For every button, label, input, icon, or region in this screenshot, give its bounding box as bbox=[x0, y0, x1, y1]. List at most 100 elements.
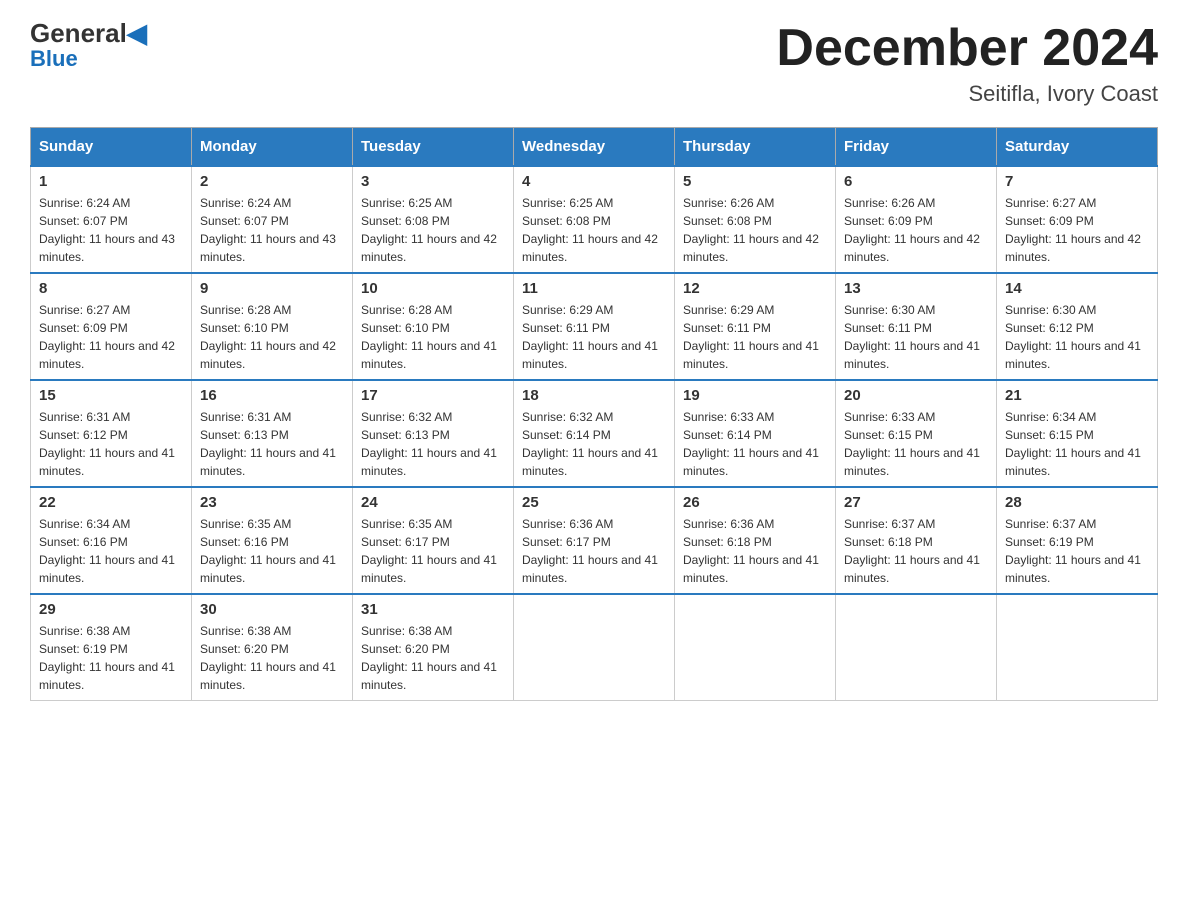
day-number: 13 bbox=[844, 280, 988, 297]
day-info: Sunrise: 6:35 AM Sunset: 6:16 PM Dayligh… bbox=[200, 515, 344, 587]
day-info: Sunrise: 6:28 AM Sunset: 6:10 PM Dayligh… bbox=[361, 301, 505, 373]
calendar-cell: 11 Sunrise: 6:29 AM Sunset: 6:11 PM Dayl… bbox=[514, 273, 675, 380]
calendar-header-saturday: Saturday bbox=[997, 128, 1158, 167]
day-info: Sunrise: 6:34 AM Sunset: 6:16 PM Dayligh… bbox=[39, 515, 183, 587]
calendar-cell: 21 Sunrise: 6:34 AM Sunset: 6:15 PM Dayl… bbox=[997, 380, 1158, 487]
calendar-cell: 30 Sunrise: 6:38 AM Sunset: 6:20 PM Dayl… bbox=[192, 594, 353, 701]
day-info: Sunrise: 6:25 AM Sunset: 6:08 PM Dayligh… bbox=[522, 194, 666, 266]
calendar-cell: 13 Sunrise: 6:30 AM Sunset: 6:11 PM Dayl… bbox=[836, 273, 997, 380]
calendar-week-row: 8 Sunrise: 6:27 AM Sunset: 6:09 PM Dayli… bbox=[31, 273, 1158, 380]
day-number: 12 bbox=[683, 280, 827, 297]
calendar-header-friday: Friday bbox=[836, 128, 997, 167]
day-info: Sunrise: 6:29 AM Sunset: 6:11 PM Dayligh… bbox=[683, 301, 827, 373]
calendar-cell: 12 Sunrise: 6:29 AM Sunset: 6:11 PM Dayl… bbox=[675, 273, 836, 380]
calendar-cell: 3 Sunrise: 6:25 AM Sunset: 6:08 PM Dayli… bbox=[353, 166, 514, 273]
day-info: Sunrise: 6:26 AM Sunset: 6:08 PM Dayligh… bbox=[683, 194, 827, 266]
day-info: Sunrise: 6:36 AM Sunset: 6:18 PM Dayligh… bbox=[683, 515, 827, 587]
calendar-title: December 2024 bbox=[776, 20, 1158, 77]
calendar-cell bbox=[675, 594, 836, 701]
day-number: 11 bbox=[522, 280, 666, 297]
calendar-cell: 31 Sunrise: 6:38 AM Sunset: 6:20 PM Dayl… bbox=[353, 594, 514, 701]
day-info: Sunrise: 6:24 AM Sunset: 6:07 PM Dayligh… bbox=[39, 194, 183, 266]
day-number: 15 bbox=[39, 387, 183, 404]
calendar-cell: 7 Sunrise: 6:27 AM Sunset: 6:09 PM Dayli… bbox=[997, 166, 1158, 273]
day-info: Sunrise: 6:28 AM Sunset: 6:10 PM Dayligh… bbox=[200, 301, 344, 373]
page-header: General◀ Blue December 2024 Seitifla, Iv… bbox=[30, 20, 1158, 107]
day-info: Sunrise: 6:38 AM Sunset: 6:20 PM Dayligh… bbox=[200, 622, 344, 694]
day-info: Sunrise: 6:32 AM Sunset: 6:14 PM Dayligh… bbox=[522, 408, 666, 480]
day-info: Sunrise: 6:24 AM Sunset: 6:07 PM Dayligh… bbox=[200, 194, 344, 266]
logo-bottom: Blue bbox=[30, 48, 78, 70]
calendar-cell: 22 Sunrise: 6:34 AM Sunset: 6:16 PM Dayl… bbox=[31, 487, 192, 594]
day-info: Sunrise: 6:37 AM Sunset: 6:18 PM Dayligh… bbox=[844, 515, 988, 587]
day-number: 29 bbox=[39, 601, 183, 618]
logo-top: General◀ bbox=[30, 20, 147, 46]
day-number: 18 bbox=[522, 387, 666, 404]
calendar-cell: 26 Sunrise: 6:36 AM Sunset: 6:18 PM Dayl… bbox=[675, 487, 836, 594]
calendar-week-row: 22 Sunrise: 6:34 AM Sunset: 6:16 PM Dayl… bbox=[31, 487, 1158, 594]
day-number: 27 bbox=[844, 494, 988, 511]
logo-triangle-icon: ◀ bbox=[127, 18, 147, 48]
day-number: 7 bbox=[1005, 173, 1149, 190]
day-info: Sunrise: 6:31 AM Sunset: 6:12 PM Dayligh… bbox=[39, 408, 183, 480]
calendar-cell: 20 Sunrise: 6:33 AM Sunset: 6:15 PM Dayl… bbox=[836, 380, 997, 487]
calendar-cell: 23 Sunrise: 6:35 AM Sunset: 6:16 PM Dayl… bbox=[192, 487, 353, 594]
calendar-cell: 8 Sunrise: 6:27 AM Sunset: 6:09 PM Dayli… bbox=[31, 273, 192, 380]
day-number: 16 bbox=[200, 387, 344, 404]
day-number: 24 bbox=[361, 494, 505, 511]
day-info: Sunrise: 6:29 AM Sunset: 6:11 PM Dayligh… bbox=[522, 301, 666, 373]
day-number: 10 bbox=[361, 280, 505, 297]
day-number: 30 bbox=[200, 601, 344, 618]
calendar-cell: 6 Sunrise: 6:26 AM Sunset: 6:09 PM Dayli… bbox=[836, 166, 997, 273]
calendar-cell bbox=[514, 594, 675, 701]
calendar-cell bbox=[997, 594, 1158, 701]
day-number: 6 bbox=[844, 173, 988, 190]
calendar-cell: 16 Sunrise: 6:31 AM Sunset: 6:13 PM Dayl… bbox=[192, 380, 353, 487]
day-info: Sunrise: 6:30 AM Sunset: 6:12 PM Dayligh… bbox=[1005, 301, 1149, 373]
calendar-cell: 1 Sunrise: 6:24 AM Sunset: 6:07 PM Dayli… bbox=[31, 166, 192, 273]
day-info: Sunrise: 6:37 AM Sunset: 6:19 PM Dayligh… bbox=[1005, 515, 1149, 587]
calendar-header-sunday: Sunday bbox=[31, 128, 192, 167]
calendar-subtitle: Seitifla, Ivory Coast bbox=[776, 81, 1158, 107]
day-number: 22 bbox=[39, 494, 183, 511]
day-info: Sunrise: 6:33 AM Sunset: 6:15 PM Dayligh… bbox=[844, 408, 988, 480]
calendar-cell: 2 Sunrise: 6:24 AM Sunset: 6:07 PM Dayli… bbox=[192, 166, 353, 273]
calendar-cell: 9 Sunrise: 6:28 AM Sunset: 6:10 PM Dayli… bbox=[192, 273, 353, 380]
day-number: 3 bbox=[361, 173, 505, 190]
calendar-week-row: 1 Sunrise: 6:24 AM Sunset: 6:07 PM Dayli… bbox=[31, 166, 1158, 273]
day-number: 1 bbox=[39, 173, 183, 190]
day-number: 17 bbox=[361, 387, 505, 404]
calendar-cell: 24 Sunrise: 6:35 AM Sunset: 6:17 PM Dayl… bbox=[353, 487, 514, 594]
calendar-cell: 29 Sunrise: 6:38 AM Sunset: 6:19 PM Dayl… bbox=[31, 594, 192, 701]
calendar-table: SundayMondayTuesdayWednesdayThursdayFrid… bbox=[30, 127, 1158, 701]
calendar-cell: 27 Sunrise: 6:37 AM Sunset: 6:18 PM Dayl… bbox=[836, 487, 997, 594]
calendar-cell: 28 Sunrise: 6:37 AM Sunset: 6:19 PM Dayl… bbox=[997, 487, 1158, 594]
calendar-week-row: 29 Sunrise: 6:38 AM Sunset: 6:19 PM Dayl… bbox=[31, 594, 1158, 701]
day-number: 5 bbox=[683, 173, 827, 190]
day-info: Sunrise: 6:26 AM Sunset: 6:09 PM Dayligh… bbox=[844, 194, 988, 266]
calendar-header-thursday: Thursday bbox=[675, 128, 836, 167]
day-info: Sunrise: 6:35 AM Sunset: 6:17 PM Dayligh… bbox=[361, 515, 505, 587]
day-number: 23 bbox=[200, 494, 344, 511]
day-info: Sunrise: 6:34 AM Sunset: 6:15 PM Dayligh… bbox=[1005, 408, 1149, 480]
day-number: 9 bbox=[200, 280, 344, 297]
day-info: Sunrise: 6:30 AM Sunset: 6:11 PM Dayligh… bbox=[844, 301, 988, 373]
day-number: 8 bbox=[39, 280, 183, 297]
calendar-cell: 19 Sunrise: 6:33 AM Sunset: 6:14 PM Dayl… bbox=[675, 380, 836, 487]
day-number: 31 bbox=[361, 601, 505, 618]
calendar-week-row: 15 Sunrise: 6:31 AM Sunset: 6:12 PM Dayl… bbox=[31, 380, 1158, 487]
day-number: 25 bbox=[522, 494, 666, 511]
day-info: Sunrise: 6:32 AM Sunset: 6:13 PM Dayligh… bbox=[361, 408, 505, 480]
calendar-cell: 15 Sunrise: 6:31 AM Sunset: 6:12 PM Dayl… bbox=[31, 380, 192, 487]
day-number: 4 bbox=[522, 173, 666, 190]
day-info: Sunrise: 6:33 AM Sunset: 6:14 PM Dayligh… bbox=[683, 408, 827, 480]
day-info: Sunrise: 6:31 AM Sunset: 6:13 PM Dayligh… bbox=[200, 408, 344, 480]
day-info: Sunrise: 6:27 AM Sunset: 6:09 PM Dayligh… bbox=[1005, 194, 1149, 266]
calendar-header-wednesday: Wednesday bbox=[514, 128, 675, 167]
day-number: 21 bbox=[1005, 387, 1149, 404]
calendar-cell: 17 Sunrise: 6:32 AM Sunset: 6:13 PM Dayl… bbox=[353, 380, 514, 487]
day-number: 14 bbox=[1005, 280, 1149, 297]
calendar-cell: 10 Sunrise: 6:28 AM Sunset: 6:10 PM Dayl… bbox=[353, 273, 514, 380]
calendar-cell: 4 Sunrise: 6:25 AM Sunset: 6:08 PM Dayli… bbox=[514, 166, 675, 273]
day-number: 2 bbox=[200, 173, 344, 190]
